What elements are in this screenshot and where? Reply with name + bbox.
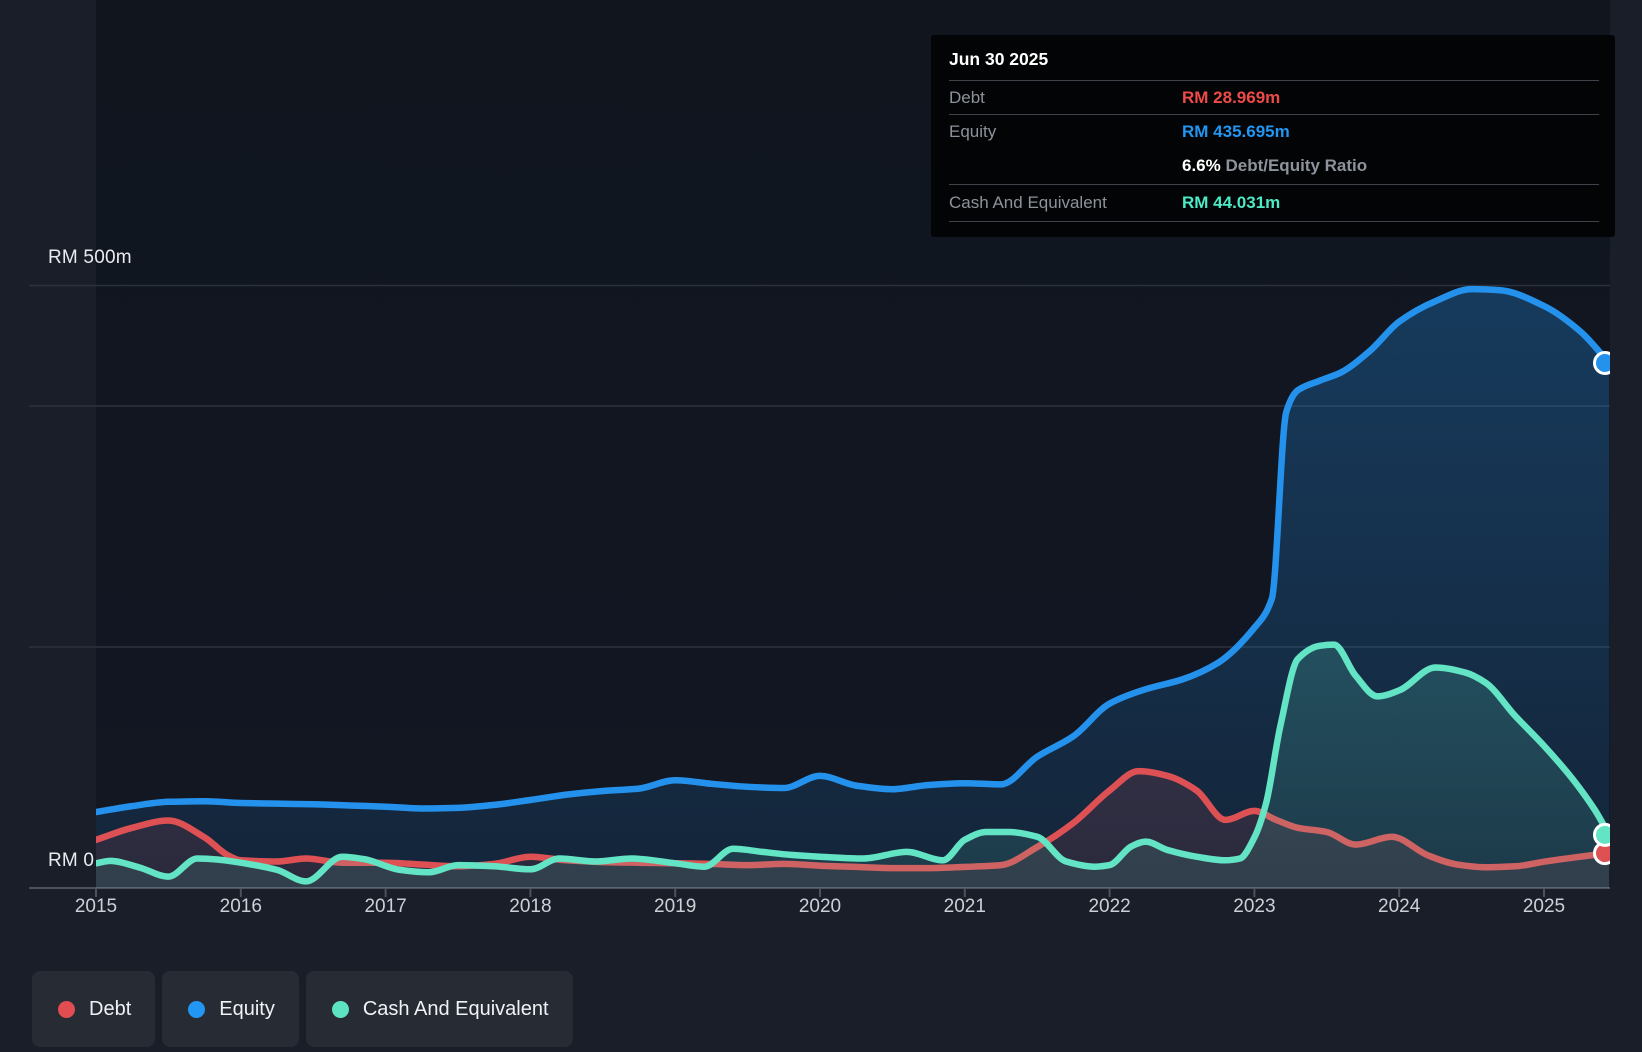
legend-item-cash[interactable]: Cash And Equivalent (305, 971, 573, 1047)
x-axis-label-2017: 2017 (364, 896, 407, 917)
tooltip-debt-value: RM 28.969m (1182, 87, 1281, 107)
tooltip-ratio-value: 6.6% Debt/Equity Ratio (1182, 156, 1367, 176)
x-axis-label-2016: 2016 (219, 896, 262, 917)
tooltip-row-ratio: 6.6% Debt/Equity Ratio (949, 148, 1599, 184)
tooltip-equity-value: RM 435.695m (1182, 121, 1290, 141)
tooltip-equity-label: Equity (949, 121, 997, 141)
x-axis-label-2020: 2020 (798, 896, 842, 917)
legend-item-equity[interactable]: Equity (162, 971, 299, 1047)
x-axis-label-2024: 2024 (1378, 896, 1421, 917)
y-axis-label-zero: RM 0 (48, 850, 95, 871)
equity-endpoint-marker[interactable] (1593, 351, 1616, 375)
cash-endpoint-marker[interactable] (1593, 822, 1616, 847)
x-axis-label-2022: 2022 (1088, 896, 1131, 917)
x-axis-label-2019: 2019 (654, 896, 697, 917)
x-axis-label-2023: 2023 (1233, 896, 1276, 917)
tooltip-divider (949, 221, 1599, 222)
y-axis-label-max: RM 500m (48, 247, 132, 268)
x-axis-label-2025: 2025 (1522, 896, 1566, 917)
tooltip-row-cash: Cash And Equivalent RM 44.031m (949, 185, 1599, 221)
tooltip-ratio-label: Debt/Equity Ratio (1220, 156, 1368, 175)
x-axis-label-2021: 2021 (943, 896, 986, 917)
chart-legend: Debt Equity Cash And Equivalent (32, 971, 573, 1047)
legend-label-cash: Cash And Equivalent (362, 997, 549, 1020)
tooltip-cash-value: RM 44.031m (1182, 193, 1281, 212)
tooltip-cash-label: Cash And Equivalent (949, 193, 1107, 212)
tooltip-row-debt: Debt RM 28.969m (949, 81, 1599, 114)
debt-series-dot-icon (58, 1000, 75, 1018)
equity-series-dot-icon (188, 1000, 206, 1018)
legend-label-equity: Equity (219, 997, 275, 1020)
chart-tooltip: Jun 30 2025 Debt RM 28.969m Equity RM 43… (931, 35, 1615, 237)
x-axis-label-2018: 2018 (509, 896, 552, 917)
x-axis-label-2015: 2015 (74, 896, 118, 917)
tooltip-row-equity: Equity RM 435.695m (949, 115, 1599, 148)
tooltip-date: Jun 30 2025 (949, 49, 1049, 69)
legend-label-debt: Debt (89, 997, 132, 1020)
tooltip-debt-label: Debt (949, 87, 985, 107)
cash-series-dot-icon (331, 1000, 349, 1018)
legend-item-debt[interactable]: Debt (32, 971, 156, 1047)
tooltip-ratio-percent: 6.6% (1182, 156, 1221, 175)
